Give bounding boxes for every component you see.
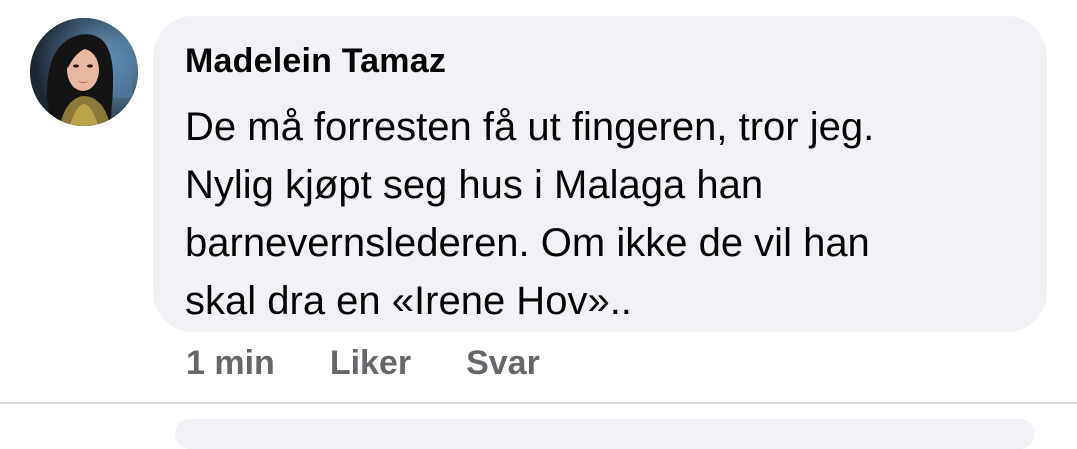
next-comment-bubble <box>175 419 1035 449</box>
comment-text-line: skal dra en «Irene Hov».. <box>185 279 632 323</box>
reply-button[interactable]: Svar <box>466 344 540 383</box>
comment-text-line: Nylig kjøpt seg hus i Malaga han <box>185 163 764 207</box>
comment: Madelein Tamaz De må forresten få ut fin… <box>0 0 1077 449</box>
divider <box>0 402 1077 404</box>
comment-text-line: barnevernslederen. Om ikke de vil han <box>185 221 870 265</box>
avatar[interactable] <box>30 18 138 126</box>
comment-text-line: De må forresten få ut fingeren, tror jeg… <box>185 105 875 149</box>
comment-actions: 1 min Liker Svar <box>186 338 540 388</box>
comment-text: De må forresten få ut fingeren, tror jeg… <box>185 98 1015 330</box>
comment-bubble: Madelein Tamaz De må forresten få ut fin… <box>153 16 1047 332</box>
avatar-image <box>30 18 138 126</box>
comment-author[interactable]: Madelein Tamaz <box>185 42 446 81</box>
like-button[interactable]: Liker <box>330 344 411 383</box>
comment-timestamp[interactable]: 1 min <box>186 344 275 383</box>
